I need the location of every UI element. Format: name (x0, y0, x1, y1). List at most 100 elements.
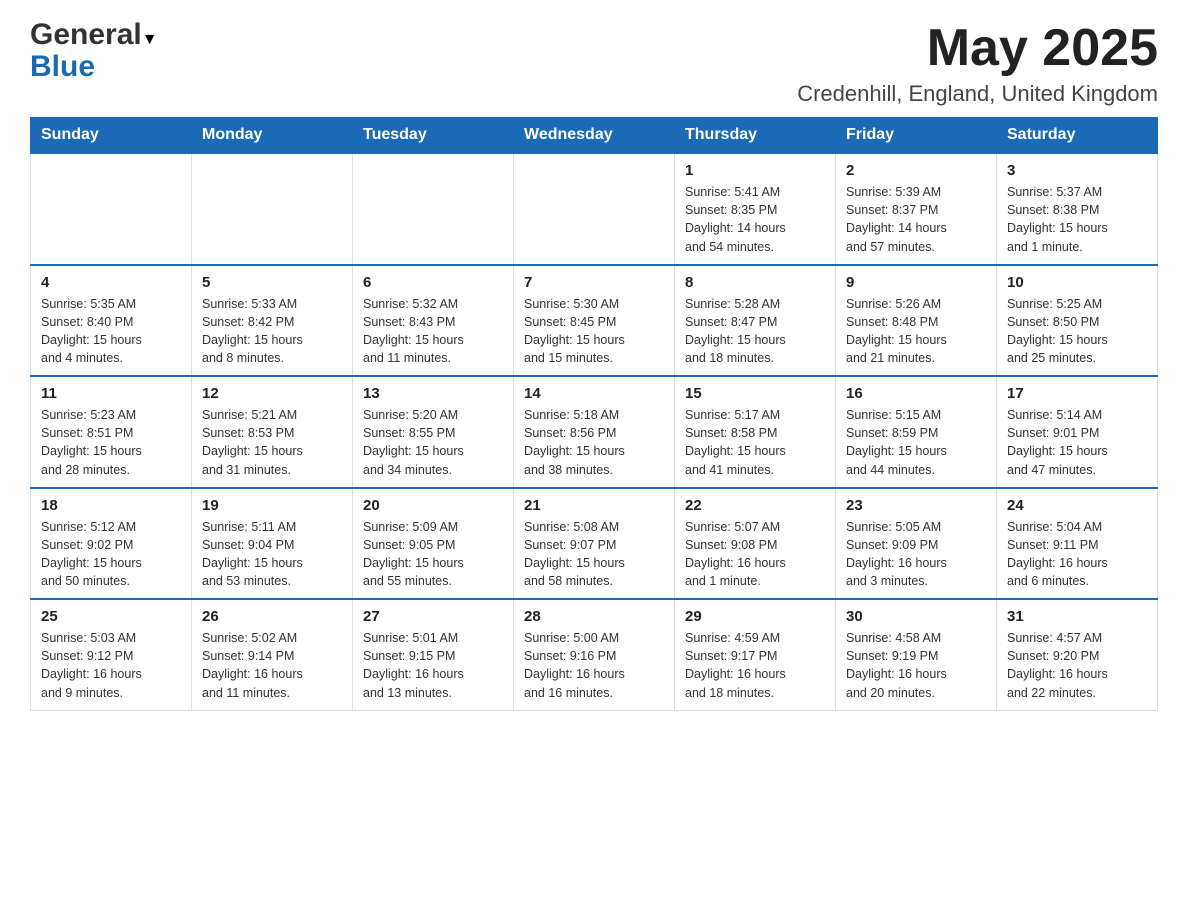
day-number: 14 (524, 385, 664, 402)
day-info: Sunrise: 5:35 AM Sunset: 8:40 PM Dayligh… (41, 295, 181, 368)
day-number: 18 (41, 497, 181, 514)
day-number: 6 (363, 274, 503, 291)
day-number: 17 (1007, 385, 1147, 402)
calendar-cell: 19Sunrise: 5:11 AM Sunset: 9:04 PM Dayli… (192, 488, 353, 600)
calendar-cell: 28Sunrise: 5:00 AM Sunset: 9:16 PM Dayli… (514, 599, 675, 710)
day-info: Sunrise: 5:14 AM Sunset: 9:01 PM Dayligh… (1007, 406, 1147, 479)
calendar-cell: 17 Sunrise: 5:14 AM Sunset: 9:01 PM Dayli… (997, 376, 1158, 488)
day-info: Sunrise: 5:20 AM Sunset: 8:55 PM Dayligh… (363, 406, 503, 479)
day-info: Sunrise: 5:30 AM Sunset: 8:45 PM Dayligh… (524, 295, 664, 368)
day-number: 21 (524, 497, 664, 514)
calendar-header-thursday: Thursday (675, 118, 836, 154)
calendar-week-row: 18 Sunrise: 5:12 AM Sunset: 9:02 PM Dayli… (31, 488, 1158, 600)
day-info: Sunrise: 5:02 AM Sunset: 9:14 PM Dayligh… (202, 629, 342, 702)
day-info: Sunrise: 5:15 AM Sunset: 8:59 PM Dayligh… (846, 406, 986, 479)
day-number: 12 (202, 385, 342, 402)
calendar-header-monday: Monday (192, 118, 353, 154)
day-number: 25 (41, 608, 181, 625)
day-info: Sunrise: 5:17 AM Sunset: 8:58 PM Dayligh… (685, 406, 825, 479)
logo-general-text: General (30, 18, 142, 51)
calendar-cell: 15Sunrise: 5:17 AM Sunset: 8:58 PM Dayli… (675, 376, 836, 488)
calendar-cell: 16 Sunrise: 5:15 AM Sunset: 8:59 PM Dayli… (836, 376, 997, 488)
day-info: Sunrise: 4:58 AM Sunset: 9:19 PM Dayligh… (846, 629, 986, 702)
day-info: Sunrise: 5:00 AM Sunset: 9:16 PM Dayligh… (524, 629, 664, 702)
calendar-cell: 20 Sunrise: 5:09 AM Sunset: 9:05 PM Dayli… (353, 488, 514, 600)
calendar-cell: 22 Sunrise: 5:07 AM Sunset: 9:08 PM Dayli… (675, 488, 836, 600)
calendar-cell: 5Sunrise: 5:33 AM Sunset: 8:42 PM Daylig… (192, 265, 353, 377)
day-number: 8 (685, 274, 825, 291)
logo-blue-text: Blue (30, 50, 95, 83)
day-info: Sunrise: 5:12 AM Sunset: 9:02 PM Dayligh… (41, 518, 181, 591)
calendar-cell: 1Sunrise: 5:41 AM Sunset: 8:35 PM Daylig… (675, 153, 836, 265)
calendar-cell: 25 Sunrise: 5:03 AM Sunset: 9:12 PM Dayli… (31, 599, 192, 710)
day-number: 22 (685, 497, 825, 514)
calendar-week-row: 4Sunrise: 5:35 AM Sunset: 8:40 PM Daylig… (31, 265, 1158, 377)
day-number: 13 (363, 385, 503, 402)
day-number: 16 (846, 385, 986, 402)
day-info: Sunrise: 5:04 AM Sunset: 9:11 PM Dayligh… (1007, 518, 1147, 591)
day-number: 29 (685, 608, 825, 625)
day-number: 27 (363, 608, 503, 625)
day-number: 10 (1007, 274, 1147, 291)
day-number: 9 (846, 274, 986, 291)
day-number: 3 (1007, 162, 1147, 179)
calendar-cell: 27 Sunrise: 5:01 AM Sunset: 9:15 PM Dayli… (353, 599, 514, 710)
day-number: 1 (685, 162, 825, 179)
logo-arrow-icon: ▼ (142, 32, 158, 48)
day-info: Sunrise: 5:09 AM Sunset: 9:05 PM Dayligh… (363, 518, 503, 591)
day-info: Sunrise: 5:03 AM Sunset: 9:12 PM Dayligh… (41, 629, 181, 702)
day-info: Sunrise: 5:23 AM Sunset: 8:51 PM Dayligh… (41, 406, 181, 479)
day-number: 26 (202, 608, 342, 625)
calendar-cell: 4Sunrise: 5:35 AM Sunset: 8:40 PM Daylig… (31, 265, 192, 377)
calendar-cell: 18 Sunrise: 5:12 AM Sunset: 9:02 PM Dayli… (31, 488, 192, 600)
day-info: Sunrise: 5:37 AM Sunset: 8:38 PM Dayligh… (1007, 183, 1147, 256)
day-number: 11 (41, 385, 181, 402)
calendar-cell: 13 Sunrise: 5:20 AM Sunset: 8:55 PM Dayli… (353, 376, 514, 488)
calendar-cell: 9 Sunrise: 5:26 AM Sunset: 8:48 PM Daylig… (836, 265, 997, 377)
calendar-week-row: 11 Sunrise: 5:23 AM Sunset: 8:51 PM Dayli… (31, 376, 1158, 488)
day-info: Sunrise: 5:01 AM Sunset: 9:15 PM Dayligh… (363, 629, 503, 702)
day-number: 31 (1007, 608, 1147, 625)
calendar-cell (192, 153, 353, 265)
calendar-cell: 8 Sunrise: 5:28 AM Sunset: 8:47 PM Daylig… (675, 265, 836, 377)
calendar-cell: 10 Sunrise: 5:25 AM Sunset: 8:50 PM Dayli… (997, 265, 1158, 377)
day-info: Sunrise: 5:32 AM Sunset: 8:43 PM Dayligh… (363, 295, 503, 368)
day-info: Sunrise: 5:26 AM Sunset: 8:48 PM Dayligh… (846, 295, 986, 368)
calendar-cell: 24Sunrise: 5:04 AM Sunset: 9:11 PM Dayli… (997, 488, 1158, 600)
page-header: General▼ Blue May 2025 Credenhill, Engla… (30, 20, 1158, 107)
day-info: Sunrise: 5:28 AM Sunset: 8:47 PM Dayligh… (685, 295, 825, 368)
calendar-header-tuesday: Tuesday (353, 118, 514, 154)
logo: General▼ Blue (30, 20, 158, 84)
day-info: Sunrise: 5:21 AM Sunset: 8:53 PM Dayligh… (202, 406, 342, 479)
calendar-cell: 6 Sunrise: 5:32 AM Sunset: 8:43 PM Daylig… (353, 265, 514, 377)
day-info: Sunrise: 5:25 AM Sunset: 8:50 PM Dayligh… (1007, 295, 1147, 368)
calendar-cell: 2Sunrise: 5:39 AM Sunset: 8:37 PM Daylig… (836, 153, 997, 265)
calendar-header-saturday: Saturday (997, 118, 1158, 154)
calendar-header-friday: Friday (836, 118, 997, 154)
calendar-cell (514, 153, 675, 265)
calendar-header-wednesday: Wednesday (514, 118, 675, 154)
calendar-cell: 12 Sunrise: 5:21 AM Sunset: 8:53 PM Dayli… (192, 376, 353, 488)
calendar-cell: 23Sunrise: 5:05 AM Sunset: 9:09 PM Dayli… (836, 488, 997, 600)
calendar-cell: 7Sunrise: 5:30 AM Sunset: 8:45 PM Daylig… (514, 265, 675, 377)
calendar-cell: 3 Sunrise: 5:37 AM Sunset: 8:38 PM Daylig… (997, 153, 1158, 265)
calendar-header-sunday: Sunday (31, 118, 192, 154)
calendar-table: SundayMondayTuesdayWednesdayThursdayFrid… (30, 117, 1158, 711)
day-number: 30 (846, 608, 986, 625)
day-number: 20 (363, 497, 503, 514)
day-info: Sunrise: 5:05 AM Sunset: 9:09 PM Dayligh… (846, 518, 986, 591)
day-info: Sunrise: 4:57 AM Sunset: 9:20 PM Dayligh… (1007, 629, 1147, 702)
calendar-week-row: 25 Sunrise: 5:03 AM Sunset: 9:12 PM Dayli… (31, 599, 1158, 710)
calendar-cell: 30 Sunrise: 4:58 AM Sunset: 9:19 PM Dayli… (836, 599, 997, 710)
calendar-cell: 14Sunrise: 5:18 AM Sunset: 8:56 PM Dayli… (514, 376, 675, 488)
calendar-cell: 29Sunrise: 4:59 AM Sunset: 9:17 PM Dayli… (675, 599, 836, 710)
calendar-week-row: 1Sunrise: 5:41 AM Sunset: 8:35 PM Daylig… (31, 153, 1158, 265)
day-number: 19 (202, 497, 342, 514)
day-number: 5 (202, 274, 342, 291)
calendar-cell: 26 Sunrise: 5:02 AM Sunset: 9:14 PM Dayli… (192, 599, 353, 710)
calendar-cell (353, 153, 514, 265)
calendar-cell: 21Sunrise: 5:08 AM Sunset: 9:07 PM Dayli… (514, 488, 675, 600)
calendar-cell (31, 153, 192, 265)
calendar-cell: 31 Sunrise: 4:57 AM Sunset: 9:20 PM Dayli… (997, 599, 1158, 710)
day-info: Sunrise: 5:07 AM Sunset: 9:08 PM Dayligh… (685, 518, 825, 591)
